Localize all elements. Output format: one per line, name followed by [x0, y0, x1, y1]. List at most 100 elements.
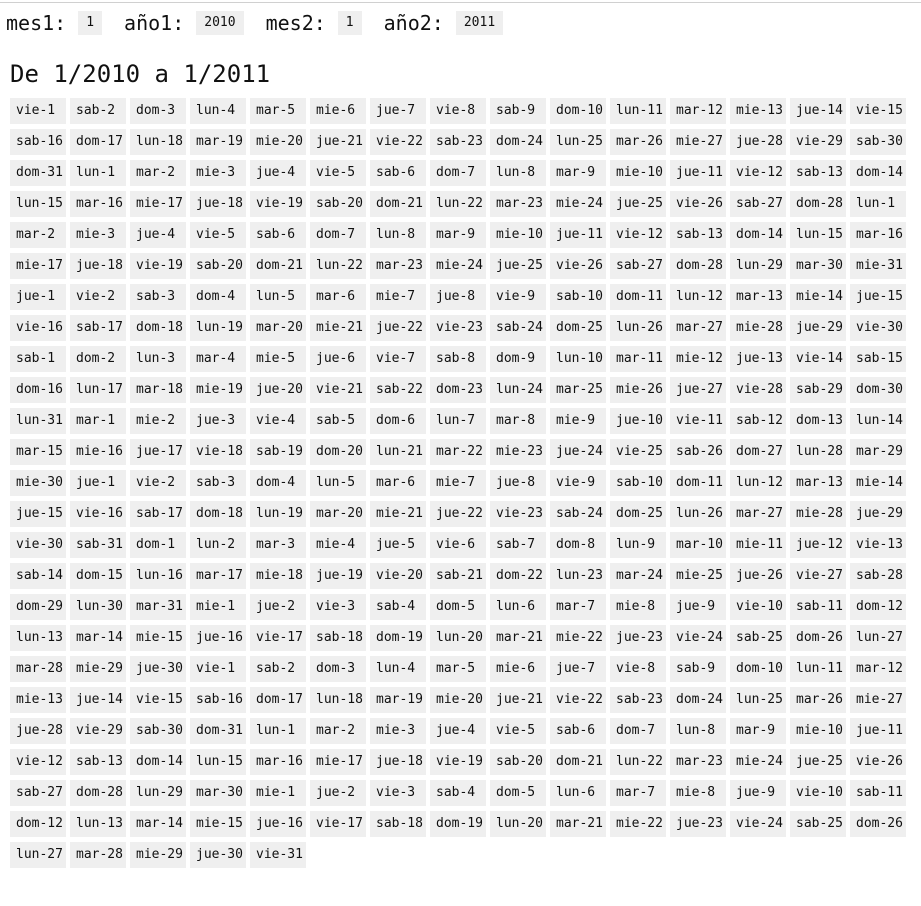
day-cell: sab-27: [10, 780, 66, 806]
day-cell: mar-25: [550, 377, 606, 403]
day-cell: jue-8: [490, 470, 546, 496]
day-cell: jue-9: [670, 594, 726, 620]
day-cell: dom-26: [850, 811, 906, 837]
day-cell: jue-11: [670, 160, 726, 186]
day-cell: dom-24: [670, 687, 726, 713]
day-cell: jue-18: [370, 749, 426, 775]
day-cell: mar-17: [190, 563, 246, 589]
day-cell: jue-14: [790, 98, 846, 124]
day-cell: sab-19: [250, 439, 306, 465]
day-cell: sab-9: [670, 656, 726, 682]
day-cell: dom-18: [190, 501, 246, 527]
day-cell: lun-15: [190, 749, 246, 775]
day-cell: mar-11: [610, 346, 666, 372]
day-cell: vie-12: [730, 160, 786, 186]
day-cell: vie-11: [670, 408, 726, 434]
day-cell: vie-29: [70, 718, 126, 744]
day-cell: sab-7: [490, 532, 546, 558]
day-cell: jue-20: [250, 377, 306, 403]
mes2-input[interactable]: 1: [337, 11, 362, 35]
day-cell: lun-12: [670, 284, 726, 310]
day-cell: jue-28: [10, 718, 66, 744]
day-cell: jue-5: [370, 532, 426, 558]
day-cell: mie-14: [790, 284, 846, 310]
day-cell: vie-23: [490, 501, 546, 527]
day-cell: vie-26: [850, 749, 906, 775]
day-cell: sab-30: [850, 129, 906, 155]
day-cell: jue-30: [130, 656, 186, 682]
day-cell: sab-17: [130, 501, 186, 527]
day-cell: lun-22: [610, 749, 666, 775]
day-cell: dom-17: [250, 687, 306, 713]
day-cell: jue-10: [610, 408, 666, 434]
day-cell: vie-26: [670, 191, 726, 217]
day-cell: vie-3: [370, 780, 426, 806]
day-cell: lun-23: [550, 563, 606, 589]
day-cell: jue-27: [670, 377, 726, 403]
day-cell: dom-7: [310, 222, 366, 248]
day-cell: vie-18: [190, 439, 246, 465]
anio1-input[interactable]: 2010: [196, 11, 244, 35]
anio2-input[interactable]: 2011: [455, 11, 504, 35]
day-cell: dom-14: [130, 749, 186, 775]
day-cell: mie-12: [670, 346, 726, 372]
day-cell: mar-19: [190, 129, 246, 155]
day-cell: vie-25: [610, 439, 666, 465]
day-cell: jue-7: [550, 656, 606, 682]
day-cell: mie-10: [790, 718, 846, 744]
day-cell: dom-29: [10, 594, 66, 620]
day-cell: jue-3: [190, 408, 246, 434]
mes1-input[interactable]: 1: [78, 11, 103, 35]
day-cell: dom-10: [550, 98, 606, 124]
day-cell: sab-10: [550, 284, 606, 310]
day-cell: vie-19: [130, 253, 186, 279]
day-cell: lun-8: [670, 718, 726, 744]
day-cell: mie-22: [610, 811, 666, 837]
day-cell: sab-31: [70, 532, 126, 558]
day-cell: jue-23: [610, 625, 666, 651]
day-cell: mie-27: [850, 687, 906, 713]
day-cell: sab-15: [850, 346, 906, 372]
day-cell: mar-20: [250, 315, 306, 341]
day-cell: lun-14: [850, 408, 906, 434]
day-cell: mie-29: [70, 656, 126, 682]
day-cell: sab-9: [490, 98, 546, 124]
day-cell: mar-12: [850, 656, 906, 682]
day-cell: vie-28: [730, 377, 786, 403]
day-cell: dom-1: [130, 532, 186, 558]
day-cell: mie-2: [130, 408, 186, 434]
day-cell: mie-14: [850, 470, 906, 496]
day-cell: mie-17: [130, 191, 186, 217]
day-cell: jue-4: [250, 160, 306, 186]
day-cell: vie-16: [70, 501, 126, 527]
day-cell: vie-2: [130, 470, 186, 496]
day-cell: lun-4: [370, 656, 426, 682]
day-cell: jue-2: [250, 594, 306, 620]
day-cell: jue-1: [70, 470, 126, 496]
day-cell: vie-8: [430, 98, 486, 124]
day-cell: mie-23: [490, 439, 546, 465]
day-cell: jue-4: [130, 222, 186, 248]
day-cell: lun-31: [10, 408, 66, 434]
day-cell: lun-17: [70, 377, 126, 403]
day-cell: dom-13: [790, 408, 846, 434]
day-cell: mie-17: [310, 749, 366, 775]
day-cell: mie-3: [70, 222, 126, 248]
day-cell: mie-10: [490, 222, 546, 248]
day-cell: sab-29: [790, 377, 846, 403]
day-cell: sab-20: [310, 191, 366, 217]
day-cell: vie-22: [550, 687, 606, 713]
day-cell: lun-15: [10, 191, 66, 217]
day-cell: mie-24: [430, 253, 486, 279]
day-cell: mie-6: [310, 98, 366, 124]
day-cell: dom-17: [70, 129, 126, 155]
day-cell: dom-25: [610, 501, 666, 527]
day-cell: vie-10: [790, 780, 846, 806]
day-cell: mar-18: [130, 377, 186, 403]
day-cell: sab-6: [370, 160, 426, 186]
day-cell: lun-29: [130, 780, 186, 806]
day-cell: jue-29: [790, 315, 846, 341]
day-cell: vie-13: [850, 532, 906, 558]
day-cell: lun-7: [430, 408, 486, 434]
day-cell: lun-15: [790, 222, 846, 248]
